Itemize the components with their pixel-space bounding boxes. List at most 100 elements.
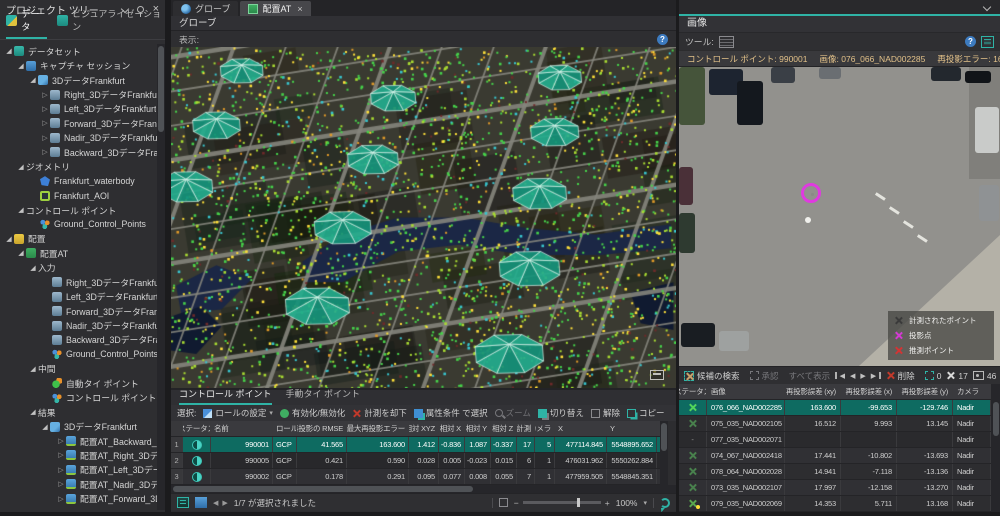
collapsed-arrow-icon[interactable]: ▷	[56, 451, 66, 459]
list-view-icon[interactable]	[981, 36, 994, 48]
scrollbar[interactable]	[157, 44, 165, 510]
expanded-arrow-icon[interactable]: ◢	[28, 408, 38, 416]
tree-item[interactable]: Right_3DデータFrankfurt	[0, 275, 157, 289]
collapsed-arrow-icon[interactable]: ▷	[56, 466, 66, 474]
scrollbar[interactable]	[660, 421, 668, 485]
tree-item[interactable]: ◢3DデータFrankfurt	[0, 73, 157, 87]
tree-item[interactable]: ◢コントロール ポイント	[0, 203, 157, 217]
zoom-in-button[interactable]: +	[605, 498, 610, 508]
3d-map-canvas[interactable]	[171, 47, 676, 388]
table-view-icon[interactable]	[177, 497, 189, 508]
chevron-down-icon[interactable]	[983, 3, 991, 11]
map-viewport[interactable]	[171, 47, 676, 388]
tree-item[interactable]: ◢ジオメトリ	[0, 160, 157, 174]
enable-disable-button[interactable]: 有効化/無効化	[280, 407, 345, 419]
collapsed-arrow-icon[interactable]: ▷	[40, 134, 50, 142]
table-row[interactable]: 2 990005 GCP 0.421 0.590 0.028 0.005 -0.…	[171, 453, 668, 469]
tab-control-points[interactable]: コントロール ポイント	[179, 387, 272, 405]
tree-item[interactable]: Frankfurt_waterbody	[0, 174, 157, 188]
copy-button[interactable]: コピー	[627, 407, 665, 419]
table-row[interactable]: 3 990002 GCP 0.178 0.291 0.095 0.077 0.0…	[171, 469, 668, 485]
show-all-button[interactable]: すべて表示	[789, 370, 831, 382]
tab-adjust-at[interactable]: 配置AT×	[240, 1, 310, 16]
help-icon[interactable]: ?	[965, 36, 976, 47]
tree-item[interactable]: ▷Backward_3DデータFrankfurt	[0, 145, 157, 159]
reject-measurement-button[interactable]: 計測を却下	[352, 407, 407, 419]
last-button[interactable]: ▶	[871, 372, 881, 380]
scrollbar-thumb[interactable]	[158, 46, 164, 132]
tree-item[interactable]: Ground_Control_Points	[0, 347, 157, 361]
help-icon[interactable]: ?	[657, 34, 668, 45]
collapsed-arrow-icon[interactable]: ▷	[40, 148, 50, 156]
expanded-arrow-icon[interactable]: ◢	[16, 206, 26, 214]
tree-item[interactable]: ◢データセット	[0, 44, 157, 58]
collapsed-arrow-icon[interactable]: ▷	[56, 437, 66, 445]
tree-item[interactable]: ◢結果	[0, 405, 157, 419]
table-row[interactable]: 073_035_NAD002107 17.997 -12.158 -13.270…	[679, 480, 991, 496]
display-options-icon[interactable]	[499, 498, 508, 507]
tab-visualization[interactable]: ビジュアライゼーション	[57, 7, 165, 39]
clear-button[interactable]: 解除	[591, 407, 620, 419]
approve-button[interactable]: 承認	[750, 370, 779, 382]
control-point-marker[interactable]	[801, 183, 821, 203]
collapsed-arrow-icon[interactable]: ▷	[56, 495, 66, 503]
chevron-down-icon[interactable]: ▾	[643, 499, 647, 507]
expanded-arrow-icon[interactable]: ◢	[4, 47, 14, 55]
role-settings-button[interactable]: ロールの設定▾	[203, 407, 273, 419]
table-row[interactable]: 078_064_NAD002028 14.941 -7.118 -13.136 …	[679, 464, 991, 480]
slider-thumb[interactable]	[577, 498, 580, 507]
scrollbar-thumb[interactable]	[173, 486, 473, 492]
toggle-button[interactable]: 切り替え	[538, 407, 584, 419]
tree-item[interactable]: ▷配置AT_Left_3DデータFrankfurt	[0, 463, 157, 477]
first-button[interactable]: ◀	[835, 372, 845, 380]
tree-item[interactable]: ◢配置	[0, 232, 157, 246]
horizontal-scrollbar[interactable]	[171, 485, 676, 493]
tree-item[interactable]: ▷Right_3DデータFrankfurt	[0, 87, 157, 101]
expanded-arrow-icon[interactable]: ◢	[28, 264, 38, 272]
table-row[interactable]: 076_066_NAD002285 163.600 -99.653 -129.7…	[679, 400, 991, 416]
tree-item[interactable]: ◢キャプチャ セッション	[0, 58, 157, 72]
zoom-out-button[interactable]: −	[514, 498, 519, 508]
zoom-level[interactable]: 100%	[616, 498, 638, 508]
expanded-arrow-icon[interactable]: ◢	[40, 423, 50, 431]
table-row[interactable]: - 077_035_NAD002071 Nadir	[679, 432, 991, 448]
collapsed-arrow-icon[interactable]: ▷	[40, 105, 50, 113]
tree-item[interactable]: Forward_3DデータFrankfurt	[0, 304, 157, 318]
screen-icon[interactable]	[650, 370, 664, 380]
select-all-corner[interactable]	[171, 421, 183, 436]
tree-item[interactable]: ▷配置AT_Nadir_3DデータFrankf...	[0, 477, 157, 491]
tree-item[interactable]: ▷配置AT_Backward_3DデータFr...	[0, 434, 157, 448]
next-button[interactable]: ▶	[860, 372, 865, 380]
close-tab-icon[interactable]: ×	[297, 4, 302, 14]
table-row[interactable]: 074_067_NAD002418 17.441 -10.802 -13.693…	[679, 448, 991, 464]
tree-item[interactable]: Ground_Control_Points	[0, 217, 157, 231]
collapsed-arrow-icon[interactable]: ▷	[56, 480, 66, 488]
zoom-button[interactable]: ズーム	[495, 407, 531, 419]
tree-item[interactable]: ◢中間	[0, 362, 157, 376]
tree-item[interactable]: ▷Forward_3DデータFrankfurt	[0, 116, 157, 130]
tab-data[interactable]: データ	[6, 7, 47, 39]
expanded-arrow-icon[interactable]: ◢	[16, 62, 26, 70]
table-row[interactable]: 1 990001 GCP 41.565 163.600 1.412 -0.836…	[171, 437, 668, 453]
tree-item[interactable]: Backward_3DデータFrankfurt	[0, 333, 157, 347]
delete-button[interactable]: 削除	[886, 370, 915, 382]
collapsed-arrow-icon[interactable]: ▷	[40, 119, 50, 127]
tree-item[interactable]: 自動タイ ポイント	[0, 376, 157, 390]
refresh-icon[interactable]	[660, 498, 670, 508]
previous-button[interactable]: ◀	[850, 372, 855, 380]
scrollbar-thumb[interactable]	[661, 423, 667, 451]
tree-item[interactable]: ▷Left_3DデータFrankfurt	[0, 102, 157, 116]
tree-item[interactable]: ▷Nadir_3DデータFrankfurt	[0, 131, 157, 145]
table-row[interactable]: 075_035_NAD002105 16.512 9.993 13.145 Na…	[679, 416, 991, 432]
prev-icon[interactable]: ◀	[213, 499, 218, 507]
tree-item[interactable]: ▷配置AT_Forward_3DデータFra...	[0, 492, 157, 506]
scrollbar[interactable]	[991, 384, 1000, 516]
tree-item[interactable]: Nadir_3DデータFrankfurt	[0, 318, 157, 332]
tool-icon[interactable]	[719, 36, 734, 48]
aerial-image-viewport[interactable]: 計測されたポイント 投影点 推測ポイント	[679, 67, 1000, 366]
tree-item[interactable]: コントロール ポイント	[0, 391, 157, 405]
expanded-arrow-icon[interactable]: ◢	[28, 76, 38, 84]
expanded-arrow-icon[interactable]: ◢	[4, 235, 14, 243]
tab-manual-tie-points[interactable]: 手動タイ ポイント	[286, 387, 361, 405]
table-row[interactable]: 079_035_NAD002069 14.353 5.711 13.168 Na…	[679, 496, 991, 512]
